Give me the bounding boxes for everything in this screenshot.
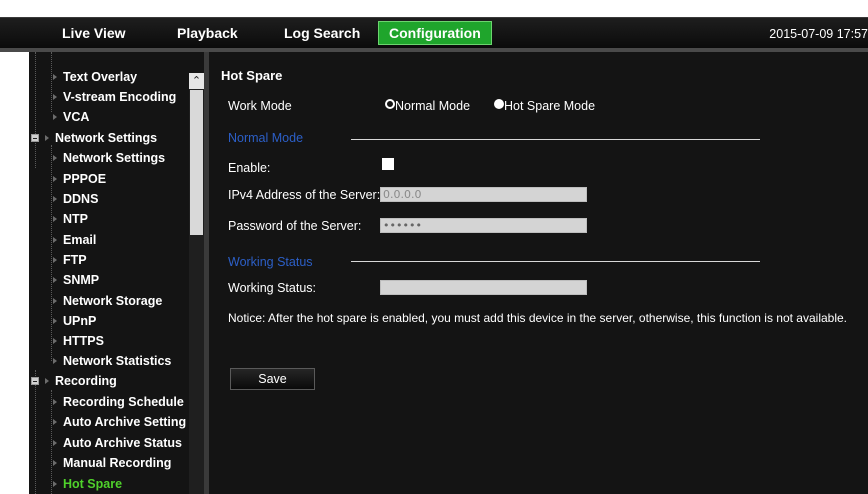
radio-hot-spare-mode[interactable] — [494, 99, 504, 109]
sidebar-item-email[interactable]: Email — [53, 230, 96, 250]
server-password-input[interactable]: •••••• — [380, 218, 587, 233]
tab-log-search[interactable]: Log Search — [274, 21, 370, 45]
enable-label: Enable: — [228, 161, 271, 175]
save-button[interactable]: Save — [230, 368, 315, 390]
tree-arrow-icon — [53, 114, 57, 120]
sidebar-item-auto-archive-status[interactable]: Auto Archive Status — [53, 433, 182, 453]
ipv4-address-input[interactable]: 0.0.0.0 — [380, 187, 587, 202]
sidebar-item-ntp[interactable]: NTP — [53, 209, 88, 229]
working-status-section-title: Working Status — [228, 255, 313, 269]
sidebar-item-hot-spare[interactable]: Hot Spare — [53, 474, 122, 494]
tree-arrow-icon — [53, 481, 57, 487]
radio-normal-mode[interactable] — [385, 99, 395, 109]
sidebar-category-recording[interactable]: Recording — [45, 371, 117, 391]
config-sidebar: Text Overlay V-stream Encoding VCA Netwo… — [29, 52, 204, 494]
tree-arrow-icon — [53, 277, 57, 283]
datetime-display: 2015-07-09 17:57 — [769, 27, 868, 41]
sidebar-item-network-storage[interactable]: Network Storage — [53, 291, 162, 311]
top-navigation-bar: Live View Playback Log Search Configurat… — [0, 17, 868, 48]
tree-arrow-icon — [53, 460, 57, 466]
sidebar-item-https[interactable]: HTTPS — [53, 331, 104, 351]
sidebar-item-network-statistics[interactable]: Network Statistics — [53, 351, 171, 371]
working-status-label: Working Status: — [228, 281, 317, 295]
enable-checkbox[interactable] — [382, 158, 394, 170]
ipv4-address-label: IPv4 Address of the Server: — [228, 188, 381, 202]
hot-spare-mode-option-label[interactable]: Hot Spare Mode — [504, 99, 595, 113]
normal-mode-section-title: Normal Mode — [228, 131, 304, 145]
sidebar-item-recording-schedule[interactable]: Recording Schedule — [53, 392, 184, 412]
tab-live-view[interactable]: Live View — [52, 21, 136, 45]
tree-arrow-icon — [53, 74, 57, 80]
tree-arrow-icon — [53, 257, 57, 263]
tree-arrow-icon — [53, 155, 57, 161]
sidebar-item-v-stream-encoding[interactable]: V-stream Encoding — [53, 87, 176, 107]
section-divider — [351, 139, 760, 140]
tab-configuration[interactable]: Configuration — [378, 21, 492, 45]
sidebar-item-network-settings[interactable]: Network Settings — [53, 148, 165, 168]
page-title: Hot Spare — [221, 68, 283, 83]
scroll-up-arrow-icon[interactable]: ⌃ — [189, 73, 204, 89]
normal-mode-option-label[interactable]: Normal Mode — [395, 99, 470, 113]
tree-arrow-icon — [45, 378, 49, 384]
section-divider — [351, 261, 760, 262]
tree-arrow-icon — [53, 216, 57, 222]
tree-arrow-icon — [53, 196, 57, 202]
notice-text: Notice: After the hot spare is enabled, … — [228, 311, 848, 325]
tree-arrow-icon — [53, 237, 57, 243]
sidebar-item-manual-recording[interactable]: Manual Recording — [53, 453, 171, 473]
tree-arrow-icon — [53, 338, 57, 344]
tree-arrow-icon — [53, 419, 57, 425]
sidebar-item-vca[interactable]: VCA — [53, 107, 89, 127]
sidebar-item-ftp[interactable]: FTP — [53, 250, 87, 270]
tree-arrow-icon — [53, 318, 57, 324]
sidebar-item-auto-archive-setting[interactable]: Auto Archive Setting — [53, 412, 186, 432]
work-mode-label: Work Mode — [228, 99, 292, 113]
sidebar-category-network-settings[interactable]: Network Settings — [45, 128, 157, 148]
tree-arrow-icon — [53, 94, 57, 100]
tree-arrow-icon — [53, 298, 57, 304]
tree-arrow-icon — [53, 358, 57, 364]
hot-spare-panel: Hot Spare Work Mode Normal Mode Hot Spar… — [204, 52, 868, 494]
tab-playback[interactable]: Playback — [167, 21, 248, 45]
tree-arrow-icon — [45, 135, 49, 141]
tree-arrow-icon — [53, 440, 57, 446]
working-status-field — [380, 280, 587, 295]
sidebar-item-text-overlay[interactable]: Text Overlay — [53, 67, 137, 87]
sidebar-item-pppoe[interactable]: PPPOE — [53, 169, 106, 189]
tree-arrow-icon — [53, 399, 57, 405]
scrollbar-thumb[interactable] — [190, 90, 203, 235]
sidebar-item-snmp[interactable]: SNMP — [53, 270, 99, 290]
tree-arrow-icon — [53, 176, 57, 182]
sidebar-item-upnp[interactable]: UPnP — [53, 311, 96, 331]
server-password-label: Password of the Server: — [228, 219, 362, 233]
sidebar-item-ddns[interactable]: DDNS — [53, 189, 98, 209]
